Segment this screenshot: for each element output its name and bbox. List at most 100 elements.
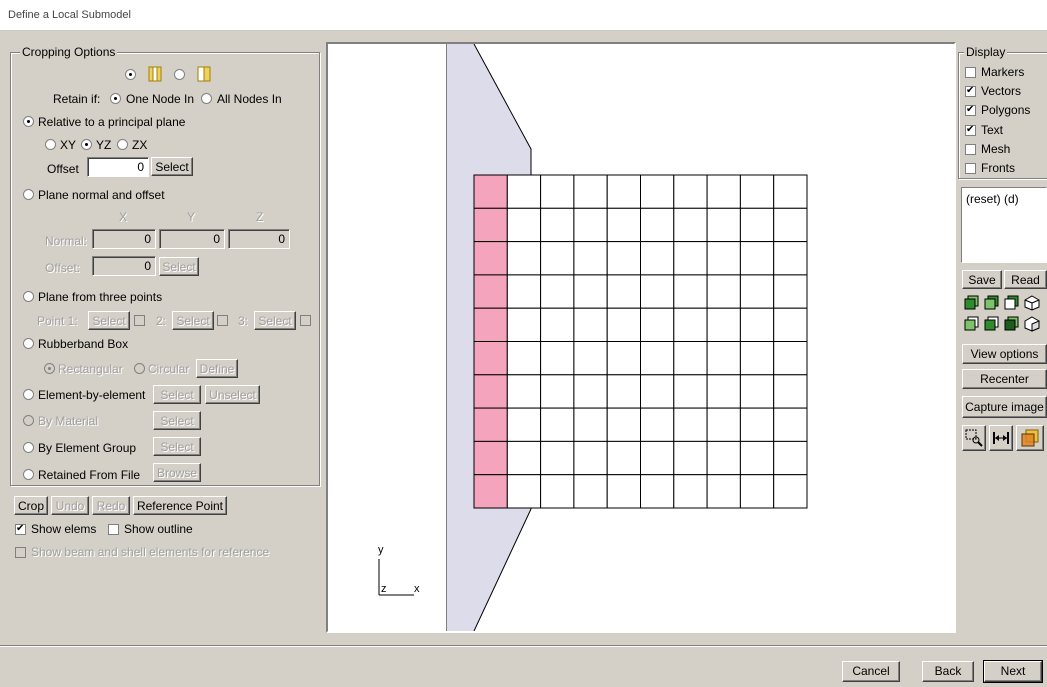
point2-check[interactable] <box>217 315 228 326</box>
mesh-element <box>640 207 675 243</box>
plane-zx-radio[interactable] <box>117 139 128 150</box>
by-group-radio[interactable] <box>23 442 34 453</box>
circular-radio[interactable] <box>134 363 145 374</box>
plane-yz-radio[interactable] <box>81 139 92 150</box>
mesh-element <box>773 174 808 209</box>
cancel-button[interactable]: Cancel <box>842 661 900 682</box>
text-check[interactable] <box>965 123 976 137</box>
zoom-box-button[interactable] <box>962 425 986 451</box>
normal-y-input[interactable]: 0 <box>159 229 225 249</box>
mesh-element <box>573 174 608 209</box>
plane-normal-radio[interactable] <box>23 189 34 200</box>
point1-select-button[interactable]: Select <box>88 311 130 330</box>
rubberband-radio[interactable] <box>23 338 34 349</box>
circular-label: Circular <box>148 362 190 376</box>
relative-plane-radio[interactable] <box>23 116 34 127</box>
offset2-input[interactable]: 0 <box>92 256 156 276</box>
normal-z-input[interactable]: 0 <box>228 229 290 249</box>
polygons-label: Polygons <box>981 103 1031 117</box>
group-select-button[interactable]: Select <box>153 437 201 456</box>
point3-check[interactable] <box>300 315 311 326</box>
view-iso2-icon[interactable] <box>1024 316 1040 332</box>
by-material-label: By Material <box>38 414 99 428</box>
mesh-element <box>640 174 675 209</box>
mesh-element <box>606 207 642 243</box>
title-bar: Define a Local Submodel <box>0 0 1047 31</box>
undo-button[interactable]: Undo <box>51 496 89 515</box>
graphics-viewport[interactable]: y z x <box>326 42 956 633</box>
retain-one-node-radio[interactable] <box>110 93 121 104</box>
view-list[interactable]: (reset) (d) <box>961 187 1047 263</box>
offset2-select-button[interactable]: Select <box>159 257 199 276</box>
view-front-icon[interactable] <box>964 295 980 311</box>
keep-outside-icon <box>196 66 212 82</box>
three-points-radio[interactable] <box>23 291 34 302</box>
capture-image-button[interactable]: Capture image <box>962 396 1047 418</box>
mesh-element <box>640 241 675 276</box>
browse-button[interactable]: Browse <box>153 463 201 482</box>
view-top-icon[interactable] <box>964 316 980 332</box>
show-outline-check[interactable] <box>108 524 119 535</box>
point2-select-button[interactable]: Select <box>172 311 214 330</box>
next-button[interactable]: Next <box>983 660 1043 683</box>
retained-file-radio[interactable] <box>23 469 34 480</box>
mesh-element <box>573 307 608 343</box>
mesh-element <box>706 474 741 509</box>
offset-input[interactable]: 0 <box>87 157 149 177</box>
crop-mode-keep-radio[interactable] <box>125 69 136 80</box>
material-select-button[interactable]: Select <box>153 411 201 430</box>
save-button[interactable]: Save <box>962 270 1002 289</box>
mesh-element <box>739 407 775 442</box>
measure-button[interactable] <box>989 425 1013 451</box>
back-button[interactable]: Back <box>922 661 974 682</box>
crop-button[interactable]: Crop <box>14 496 48 515</box>
element-select-button[interactable]: Select <box>153 385 201 404</box>
view-iso-icon[interactable] <box>1024 295 1040 311</box>
mesh-element <box>640 440 675 476</box>
point3-select-button[interactable]: Select <box>254 311 296 330</box>
mesh-element <box>606 174 642 209</box>
point3-label: 3: <box>238 314 249 328</box>
read-button[interactable]: Read <box>1004 270 1047 289</box>
mesh-element <box>573 341 608 376</box>
polygons-check[interactable] <box>965 103 976 117</box>
box-view-button[interactable] <box>1016 425 1044 451</box>
reference-point-button[interactable]: Reference Point <box>133 496 227 515</box>
mesh-element-selected <box>473 407 508 442</box>
view-list-item[interactable]: (reset) (d) <box>966 192 1019 206</box>
mesh-element <box>606 341 642 376</box>
mesh-element <box>673 241 708 276</box>
markers-check[interactable] <box>965 67 976 78</box>
recenter-button[interactable]: Recenter <box>962 369 1047 389</box>
define-button[interactable]: Define <box>196 359 238 378</box>
view-options-button[interactable]: View options <box>962 344 1047 364</box>
offset-select-button[interactable]: Select <box>151 157 193 176</box>
vectors-check[interactable] <box>965 84 976 98</box>
redo-button[interactable]: Redo <box>92 496 130 515</box>
fronts-check[interactable] <box>965 163 976 174</box>
mesh-element <box>773 374 808 409</box>
mesh-element <box>540 274 575 309</box>
by-material-radio[interactable] <box>23 415 34 426</box>
mesh-check[interactable] <box>965 144 976 155</box>
normal-x-input[interactable]: 0 <box>92 229 156 249</box>
axis-x-label: x <box>414 583 420 595</box>
relative-plane-label: Relative to a principal plane <box>38 115 186 129</box>
show-elems-check[interactable] <box>15 522 26 536</box>
element-by-element-radio[interactable] <box>23 389 34 400</box>
show-beam-check[interactable] <box>15 547 26 558</box>
retain-all-nodes-radio[interactable] <box>201 93 212 104</box>
view-icons <box>962 295 1047 335</box>
mesh-element <box>606 474 642 509</box>
rectangular-radio[interactable] <box>44 363 55 374</box>
view-back-icon[interactable] <box>984 295 1000 311</box>
view-left-icon[interactable] <box>1004 295 1020 311</box>
mesh-element <box>706 174 741 209</box>
element-unselect-button[interactable]: Unselect <box>205 385 260 404</box>
plane-yz-label: YZ <box>96 138 112 152</box>
point1-check[interactable] <box>134 315 145 326</box>
plane-xy-radio[interactable] <box>45 139 56 150</box>
view-bottom-icon[interactable] <box>984 316 1000 332</box>
crop-mode-discard-radio[interactable] <box>174 69 185 80</box>
view-right-icon[interactable] <box>1004 316 1020 332</box>
